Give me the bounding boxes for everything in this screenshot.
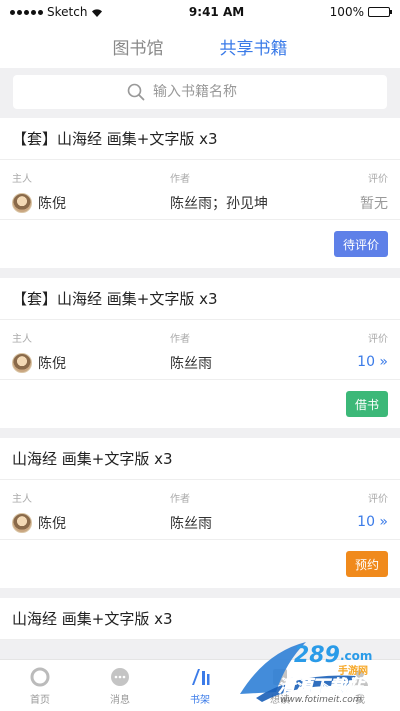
- card-actions: 借书: [0, 380, 400, 428]
- search-box[interactable]: [13, 75, 387, 109]
- nav-home[interactable]: 首页: [0, 660, 80, 711]
- carrier-group: Sketch: [10, 5, 103, 19]
- search-input[interactable]: [153, 84, 273, 100]
- avatar: [12, 193, 32, 213]
- author-name: 陈丝雨: [170, 356, 212, 372]
- book-card[interactable]: 【套】山海经 画集+文字版 x3 主人 陈倪 作者 陈丝雨；孙见坤 评价 暂无 …: [0, 118, 400, 268]
- rating-link[interactable]: 10 »: [357, 513, 388, 531]
- owner-label: 主人: [12, 494, 32, 505]
- wishlist-icon: [269, 666, 291, 688]
- search-bar: [0, 68, 400, 116]
- nav-home-label: 首页: [30, 694, 50, 706]
- book-card[interactable]: 山海经 画集+文字版 x3 主人 陈倪 作者 陈丝雨 评价 10 » 预约: [0, 438, 400, 588]
- owner-label: 主人: [12, 334, 32, 345]
- author-label: 作者: [170, 174, 190, 185]
- book-title: 山海经 画集+文字版 x3: [0, 438, 400, 480]
- book-list: 【套】山海经 画集+文字版 x3 主人 陈倪 作者 陈丝雨；孙见坤 评价 暂无 …: [0, 118, 400, 650]
- book-info: 主人 陈倪 作者 陈丝雨；孙见坤 评价 暂无: [0, 160, 400, 220]
- book-title: 【套】山海经 画集+文字版 x3: [0, 118, 400, 160]
- book-info: 主人 陈倪 作者 陈丝雨 评价 10 »: [0, 480, 400, 540]
- owner-name: 陈倪: [38, 356, 66, 372]
- wifi-icon: [92, 8, 103, 17]
- battery-icon: [367, 7, 392, 17]
- owner-name: 陈倪: [38, 196, 66, 212]
- card-actions: 预约: [0, 540, 400, 588]
- bookshelf-icon: [189, 666, 211, 688]
- nav-bookshelf[interactable]: 书架: [160, 660, 240, 711]
- book-card[interactable]: 【套】山海经 画集+文字版 x3 主人 陈倪 作者 陈丝雨 评价 10 » 借书: [0, 278, 400, 428]
- message-icon: [109, 666, 131, 688]
- signal-icon: [10, 9, 43, 15]
- rating-label: 评价: [368, 174, 388, 185]
- rating-value: 暂无: [360, 196, 388, 212]
- nav-bookshelf-label: 书架: [190, 694, 210, 706]
- search-icon: [127, 83, 145, 101]
- book-title: 山海经 画集+文字版 x3: [0, 598, 400, 640]
- home-icon: [29, 666, 51, 688]
- carrier-name: Sketch: [47, 5, 88, 19]
- nav-messages-label: 消息: [110, 694, 130, 706]
- nav-messages[interactable]: 消息: [80, 660, 160, 711]
- avatar: [12, 513, 32, 533]
- avatar: [12, 353, 32, 373]
- tab-library[interactable]: 图书馆: [113, 28, 164, 65]
- profile-icon: [349, 666, 371, 688]
- pending-review-button[interactable]: 待评价: [333, 231, 388, 257]
- tab-shared-books[interactable]: 共享书籍: [220, 28, 288, 71]
- owner-label: 主人: [12, 174, 32, 185]
- author-label: 作者: [170, 494, 190, 505]
- status-time: 9:41 AM: [188, 5, 245, 19]
- top-tabs: 图书馆 共享书籍: [0, 24, 400, 71]
- rating-link[interactable]: 10 »: [357, 353, 388, 371]
- reserve-button[interactable]: 预约: [345, 551, 388, 577]
- book-title: 【套】山海经 画集+文字版 x3: [0, 278, 400, 320]
- author-label: 作者: [170, 334, 190, 345]
- card-actions: 待评价: [0, 220, 400, 268]
- borrow-button[interactable]: 借书: [345, 391, 388, 417]
- book-info: 主人 陈倪 作者 陈丝雨 评价 10 »: [0, 320, 400, 380]
- author-name: 陈丝雨；孙见坤: [170, 196, 268, 212]
- author-name: 陈丝雨: [170, 516, 212, 532]
- battery-group: 100%: [329, 5, 392, 19]
- battery-percent: 100%: [329, 5, 364, 19]
- rating-label: 评价: [368, 334, 388, 345]
- watermark-url: www.fotimeit.com: [280, 695, 362, 705]
- status-bar: Sketch 9:41 AM 100%: [0, 0, 400, 24]
- book-card[interactable]: 山海经 画集+文字版 x3: [0, 598, 400, 640]
- rating-label: 评价: [368, 494, 388, 505]
- owner-name: 陈倪: [38, 516, 66, 532]
